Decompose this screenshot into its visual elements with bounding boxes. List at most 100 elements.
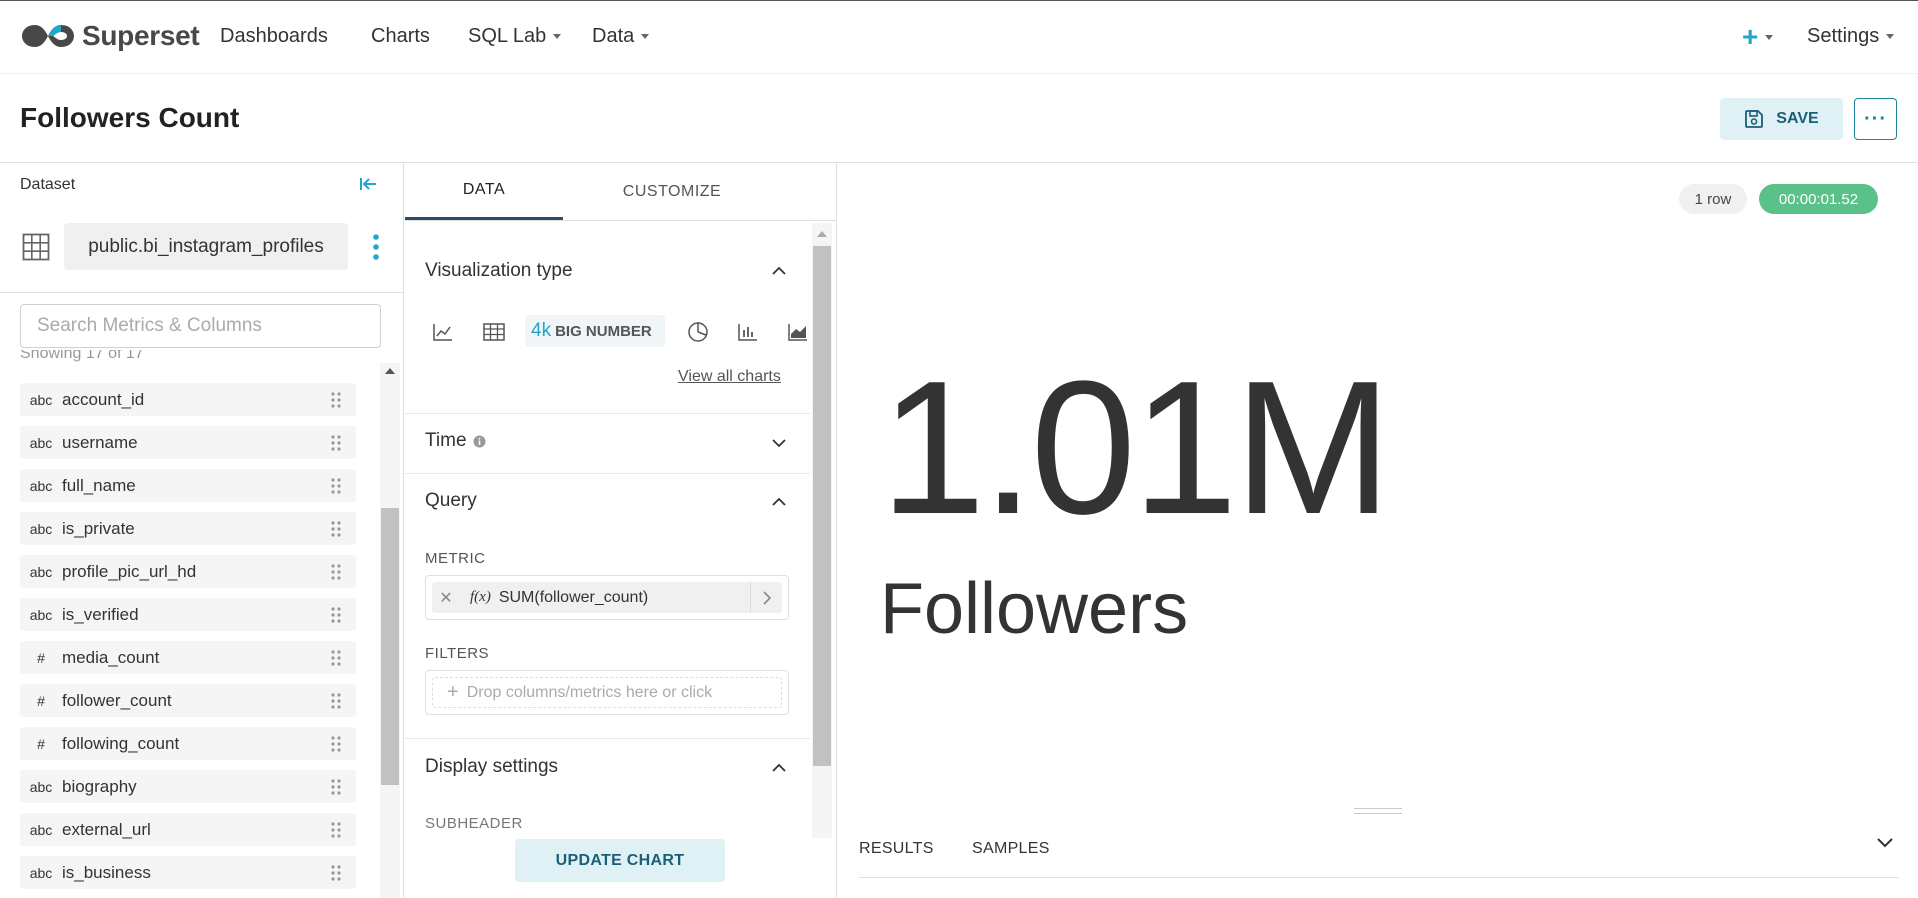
table-chart-icon[interactable] xyxy=(483,323,505,341)
section-visualization-type[interactable]: Visualization type xyxy=(425,260,573,282)
superset-logo[interactable]: Superset xyxy=(20,19,200,53)
big-number-icon: 4k xyxy=(531,320,552,341)
string-type-icon: abc xyxy=(29,864,53,881)
list-item[interactable]: abc is_private xyxy=(20,512,356,545)
string-type-icon: abc xyxy=(29,821,53,838)
section-display-settings[interactable]: Display settings xyxy=(425,756,558,778)
drag-handle-icon[interactable] xyxy=(330,736,342,752)
column-name: following_count xyxy=(62,733,180,753)
caret-down-icon xyxy=(1765,34,1774,40)
column-name: is_private xyxy=(62,518,135,538)
row-count-badge: 1 row xyxy=(1679,184,1747,214)
view-all-charts-link[interactable]: View all charts xyxy=(678,368,781,386)
scroll-up-arrow-icon[interactable] xyxy=(817,231,827,237)
save-button[interactable]: SAVE xyxy=(1720,98,1843,140)
tab-customize[interactable]: CUSTOMIZE xyxy=(563,163,781,220)
new-item-button[interactable]: + xyxy=(1742,21,1774,53)
drag-handle-icon[interactable] xyxy=(330,822,342,838)
list-item[interactable]: abc account_id xyxy=(20,383,356,416)
pie-chart-icon[interactable] xyxy=(687,321,709,343)
metric-pill[interactable]: ✕ f(x) SUM(follower_count) xyxy=(432,582,782,613)
drag-handle-icon[interactable] xyxy=(330,865,342,881)
nav-dashboards[interactable]: Dashboards xyxy=(220,25,328,48)
list-item[interactable]: abc external_url xyxy=(20,813,356,846)
divider xyxy=(0,292,404,293)
line-chart-icon[interactable] xyxy=(433,323,453,341)
area-chart-icon[interactable] xyxy=(788,323,808,341)
info-icon[interactable] xyxy=(473,435,486,448)
column-name: full_name xyxy=(62,475,136,495)
subheader-label: SUBHEADER xyxy=(425,815,523,832)
query-time-badge: 00:00:01.52 xyxy=(1759,184,1878,214)
drag-handle-icon[interactable] xyxy=(330,435,342,451)
app-name: Superset xyxy=(82,20,200,51)
scrollbar-thumb[interactable] xyxy=(813,246,831,766)
list-item[interactable]: # following_count xyxy=(20,727,356,760)
nav-settings[interactable]: Settings xyxy=(1807,25,1895,48)
kebab-menu-icon[interactable] xyxy=(370,233,382,261)
drag-handle-icon[interactable] xyxy=(330,564,342,580)
big-number-viz-option[interactable]: 4k BIG NUMBER xyxy=(525,315,665,347)
list-item[interactable]: abc biography xyxy=(20,770,356,803)
column-name: username xyxy=(62,432,138,452)
chevron-down-icon[interactable] xyxy=(771,438,787,448)
dataset-label: Dataset xyxy=(20,176,76,193)
drag-handle-icon[interactable] xyxy=(330,779,342,795)
list-item[interactable]: abc profile_pic_url_hd xyxy=(20,555,356,588)
filters-placeholder: Drop columns/metrics here or click xyxy=(466,683,713,701)
nav-sql-lab[interactable]: SQL Lab xyxy=(468,25,562,48)
scroll-up-arrow-icon[interactable] xyxy=(385,368,395,374)
list-item[interactable]: abc is_verified xyxy=(20,598,356,631)
list-item[interactable]: abc full_name xyxy=(20,469,356,502)
list-item[interactable]: # media_count xyxy=(20,641,356,674)
divider xyxy=(405,220,837,221)
collapse-panel-icon[interactable] xyxy=(358,175,378,193)
string-type-icon: abc xyxy=(29,391,53,408)
drag-handle-icon[interactable] xyxy=(330,693,342,709)
chevron-up-icon[interactable] xyxy=(771,266,787,276)
column-name: external_url xyxy=(62,819,151,839)
chevron-up-icon[interactable] xyxy=(771,497,787,507)
search-metrics-columns-input[interactable] xyxy=(20,304,381,348)
more-options-button[interactable]: ··· xyxy=(1854,98,1897,140)
tab-samples[interactable]: SAMPLES xyxy=(972,840,1050,858)
chevron-right-icon[interactable] xyxy=(750,582,782,613)
drag-handle-icon[interactable] xyxy=(330,607,342,623)
scrollbar-thumb[interactable] xyxy=(381,508,399,785)
list-item[interactable]: abc is_business xyxy=(20,856,356,889)
tab-data[interactable]: DATA xyxy=(405,163,563,220)
drag-handle-icon[interactable] xyxy=(330,650,342,666)
string-type-icon: abc xyxy=(29,520,53,537)
resize-handle[interactable] xyxy=(1354,808,1402,814)
nav-data-label: Data xyxy=(592,25,635,47)
column-name: account_id xyxy=(62,389,145,409)
drag-handle-icon[interactable] xyxy=(330,392,342,408)
section-query[interactable]: Query xyxy=(425,490,477,512)
divider xyxy=(859,877,1899,878)
metric-label: METRIC xyxy=(425,550,486,567)
drag-handle-icon[interactable] xyxy=(330,478,342,494)
list-item[interactable]: abc username xyxy=(20,426,356,459)
drag-handle-icon[interactable] xyxy=(330,521,342,537)
column-name: follower_count xyxy=(62,690,172,710)
list-item[interactable]: # follower_count xyxy=(20,684,356,717)
save-label: SAVE xyxy=(1776,110,1819,127)
column-name: profile_pic_url_hd xyxy=(62,561,197,581)
update-chart-button[interactable]: UPDATE CHART xyxy=(515,839,725,882)
nav-data[interactable]: Data xyxy=(592,25,650,48)
page-title[interactable]: Followers Count xyxy=(20,102,239,134)
tab-results[interactable]: RESULTS xyxy=(859,840,934,858)
dataset-name[interactable]: public.bi_instagram_profiles xyxy=(64,223,348,270)
chevron-down-icon[interactable] xyxy=(1876,837,1894,849)
nav-charts[interactable]: Charts xyxy=(371,25,430,48)
numeric-type-icon: # xyxy=(37,692,45,709)
numeric-type-icon: # xyxy=(37,649,45,666)
remove-metric-icon[interactable]: ✕ xyxy=(432,588,460,608)
metric-value: SUM(follower_count) xyxy=(498,588,649,606)
filters-drop-zone[interactable]: + Drop columns/metrics here or click xyxy=(432,677,782,708)
bar-chart-icon[interactable] xyxy=(738,323,758,341)
section-time[interactable]: Time xyxy=(425,430,486,452)
column-list: abc account_id abc username abc full_nam… xyxy=(20,383,356,898)
metric-control: ✕ f(x) SUM(follower_count) xyxy=(425,575,789,620)
chevron-up-icon[interactable] xyxy=(771,763,787,773)
